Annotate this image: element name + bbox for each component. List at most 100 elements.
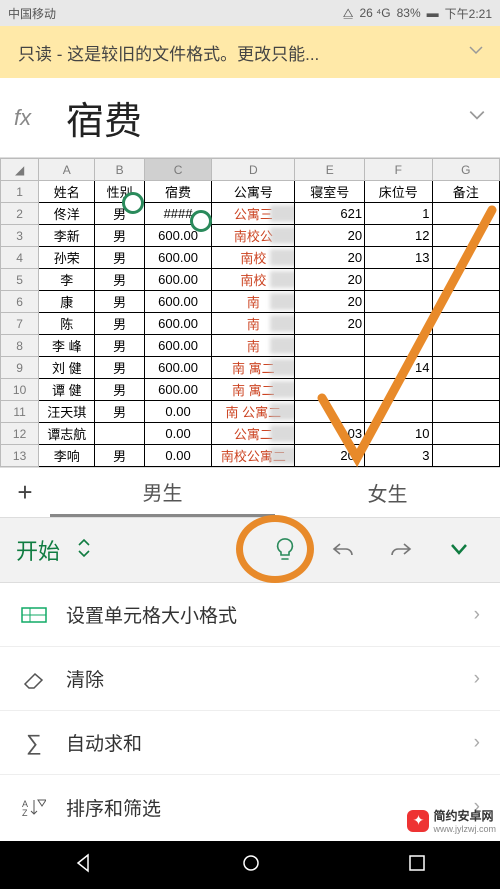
row-num[interactable]: 9 xyxy=(1,357,39,379)
collapse-icon[interactable] xyxy=(434,543,484,557)
cell-note[interactable] xyxy=(432,247,500,269)
undo-icon[interactable] xyxy=(318,540,368,560)
hdr-room[interactable]: 寝室号 xyxy=(295,181,365,203)
row-num[interactable]: 6 xyxy=(1,291,39,313)
cell-name[interactable]: 李新 xyxy=(39,225,95,247)
row-num[interactable]: 12 xyxy=(1,423,39,445)
table-row[interactable]: 9 刘 健 男 600.00 南 寓二 14 xyxy=(1,357,500,379)
row-num[interactable]: 11 xyxy=(1,401,39,423)
cell-bed[interactable]: 14 xyxy=(365,357,432,379)
hdr-bed[interactable]: 床位号 xyxy=(365,181,432,203)
menu-clear[interactable]: 清除 › xyxy=(0,647,500,711)
up-down-icon[interactable] xyxy=(76,537,92,564)
cell-bed[interactable]: 13 xyxy=(365,247,432,269)
redo-icon[interactable] xyxy=(376,540,426,560)
cell-fee[interactable]: 600.00 xyxy=(144,269,211,291)
cell-bed[interactable] xyxy=(365,313,432,335)
cell-name[interactable]: 康 xyxy=(39,291,95,313)
cell-fee[interactable]: 600.00 xyxy=(144,379,211,401)
row-num[interactable]: 3 xyxy=(1,225,39,247)
table-row[interactable]: 4 孙荣 男 600.00 南校 20 13 xyxy=(1,247,500,269)
cell-apt[interactable]: 南 寓二 xyxy=(212,357,295,379)
col-b[interactable]: B xyxy=(95,159,144,181)
cell-room[interactable]: 20 xyxy=(295,313,365,335)
cell-sex[interactable]: 男 xyxy=(95,313,144,335)
selection-handle-bottom[interactable] xyxy=(190,210,212,232)
cell-sex[interactable] xyxy=(95,423,144,445)
select-all-corner[interactable]: ◢ xyxy=(1,159,39,181)
row-num[interactable]: 5 xyxy=(1,269,39,291)
table-row[interactable]: 5 李 男 600.00 南校 20 xyxy=(1,269,500,291)
cell-room[interactable]: 20 xyxy=(295,225,365,247)
cell-name[interactable]: 李 峰 xyxy=(39,335,95,357)
lightbulb-icon[interactable] xyxy=(260,537,310,563)
column-header-row[interactable]: ◢ A B C D E F G xyxy=(1,159,500,181)
cell-bed[interactable]: 12 xyxy=(365,225,432,247)
formula-bar[interactable]: fx 宿费 xyxy=(0,78,500,158)
cell-note[interactable] xyxy=(432,291,500,313)
cell-fee[interactable]: 600.00 xyxy=(144,335,211,357)
cell-room[interactable]: 20 xyxy=(295,269,365,291)
ribbon-tab-start[interactable]: 开始 xyxy=(16,534,60,566)
cell-room[interactable]: 621 xyxy=(295,203,365,225)
cell-room[interactable] xyxy=(295,379,365,401)
row-num[interactable]: 13 xyxy=(1,445,39,467)
cell-bed[interactable] xyxy=(365,291,432,313)
cell-fee[interactable]: 0.00 xyxy=(144,401,211,423)
cell-sex[interactable]: 男 xyxy=(95,225,144,247)
row-num[interactable]: 10 xyxy=(1,379,39,401)
col-g[interactable]: G xyxy=(432,159,500,181)
back-button[interactable] xyxy=(74,853,94,878)
cell-sex[interactable]: 男 xyxy=(95,357,144,379)
cell-bed[interactable] xyxy=(365,335,432,357)
table-row[interactable]: 11 汪天琪 男 0.00 南 公寓二 xyxy=(1,401,500,423)
menu-cell-size-format[interactable]: 设置单元格大小格式 › xyxy=(0,583,500,647)
row-num[interactable]: 1 xyxy=(1,181,39,203)
cell-note[interactable] xyxy=(432,401,500,423)
cell-name[interactable]: 刘 健 xyxy=(39,357,95,379)
cell-fee[interactable]: 600.00 xyxy=(144,357,211,379)
table-row[interactable]: 6 康 男 600.00 南 20 xyxy=(1,291,500,313)
cell-apt[interactable]: 南 公寓二 xyxy=(212,401,295,423)
table-row[interactable]: 12 谭志航 0.00 公寓二 03 10 xyxy=(1,423,500,445)
cell-name[interactable]: 陈 xyxy=(39,313,95,335)
spreadsheet-grid[interactable]: ◢ A B C D E F G 1 姓名 性别 宿费 公寓号 寝室号 床位号 备… xyxy=(0,158,500,467)
cell-note[interactable] xyxy=(432,445,500,467)
cell-note[interactable] xyxy=(432,269,500,291)
cell-bed[interactable]: 1 xyxy=(365,203,432,225)
tab-male[interactable]: 男生 xyxy=(50,468,275,517)
table-row[interactable]: 8 李 峰 男 600.00 南 xyxy=(1,335,500,357)
cell-name[interactable]: 谭 健 xyxy=(39,379,95,401)
cell-fee[interactable]: 600.00 xyxy=(144,291,211,313)
cell-note[interactable] xyxy=(432,379,500,401)
table-row[interactable]: 10 谭 健 男 600.00 南 寓二 xyxy=(1,379,500,401)
menu-autosum[interactable]: ∑ 自动求和 › xyxy=(0,711,500,775)
col-a[interactable]: A xyxy=(39,159,95,181)
cell-note[interactable] xyxy=(432,335,500,357)
recents-button[interactable] xyxy=(408,854,426,877)
cell-fee[interactable]: 0.00 xyxy=(144,423,211,445)
tab-female[interactable]: 女生 xyxy=(275,468,500,517)
header-row[interactable]: 1 姓名 性别 宿费 公寓号 寝室号 床位号 备注 xyxy=(1,181,500,203)
cell-room[interactable]: 203 xyxy=(295,445,365,467)
cell-apt[interactable]: 公寓二 xyxy=(212,423,295,445)
add-sheet-button[interactable]: + xyxy=(0,468,50,517)
home-button[interactable] xyxy=(241,853,261,878)
cell-sex[interactable]: 男 xyxy=(95,379,144,401)
cell-apt[interactable]: 南 xyxy=(212,335,295,357)
cell-note[interactable] xyxy=(432,203,500,225)
row-num[interactable]: 7 xyxy=(1,313,39,335)
cell-bed[interactable] xyxy=(365,269,432,291)
cell-bed[interactable]: 3 xyxy=(365,445,432,467)
cell-apt[interactable]: 南 xyxy=(212,313,295,335)
cell-fee[interactable]: 600.00 xyxy=(144,313,211,335)
cell-name[interactable]: 谭志航 xyxy=(39,423,95,445)
cell-name[interactable]: 李 xyxy=(39,269,95,291)
cell-apt[interactable]: 公寓三 xyxy=(212,203,295,225)
col-f[interactable]: F xyxy=(365,159,432,181)
cell-name[interactable]: 汪天琪 xyxy=(39,401,95,423)
cell-sex[interactable]: 男 xyxy=(95,291,144,313)
row-num[interactable]: 2 xyxy=(1,203,39,225)
cell-room[interactable] xyxy=(295,401,365,423)
table-row[interactable]: 2 佟洋 男 #### 公寓三 621 1 xyxy=(1,203,500,225)
